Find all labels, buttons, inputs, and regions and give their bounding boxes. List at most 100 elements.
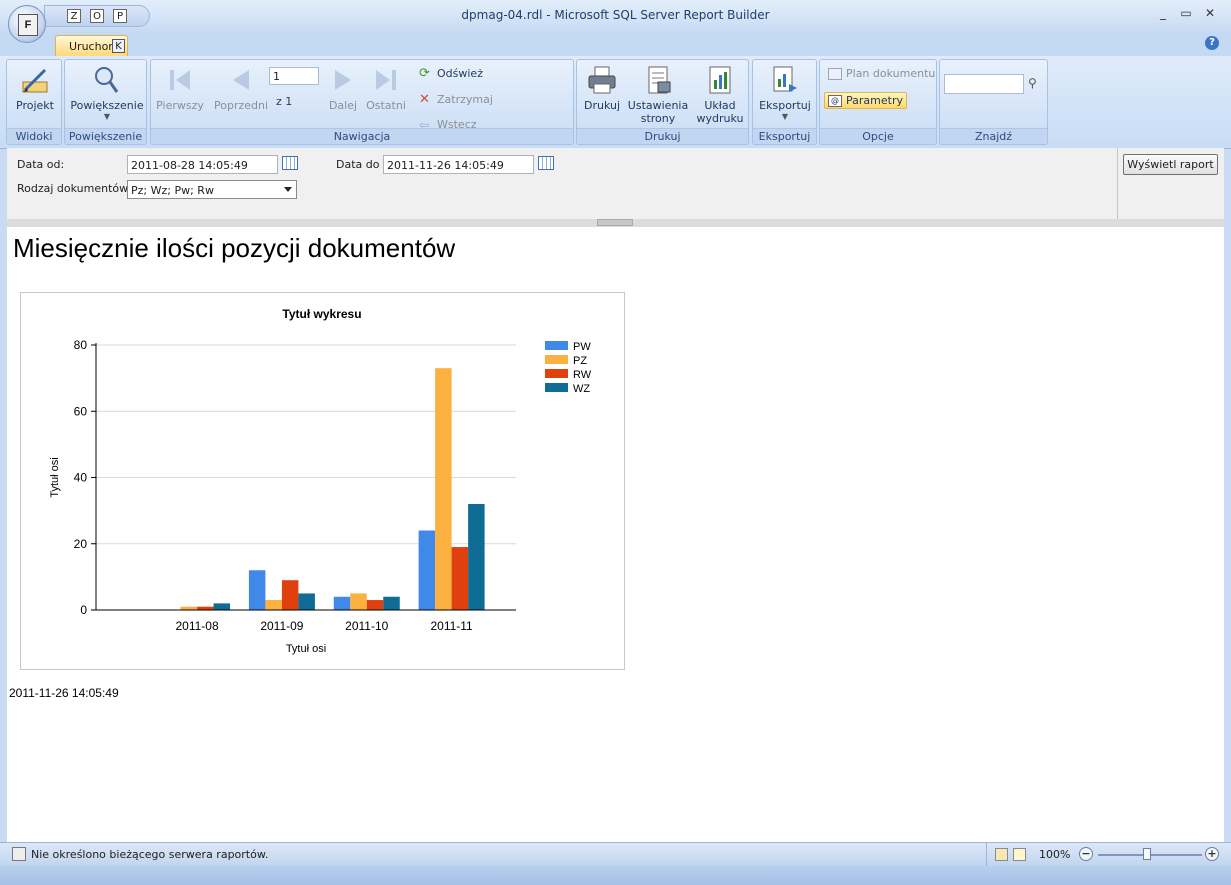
parameters-icon: @ — [828, 95, 842, 107]
bar-pz-2011-11 — [435, 368, 452, 610]
bar-wz-2011-11 — [468, 504, 485, 610]
report-canvas: Miesięcznie ilości pozycji dokumentów Ty… — [7, 227, 1224, 842]
close-button[interactable]: ✕ — [1200, 6, 1220, 24]
first-page-button[interactable]: Pierwszy — [155, 64, 205, 112]
printer-icon — [588, 66, 616, 94]
zoom-slider-thumb[interactable] — [1143, 848, 1151, 860]
calendar-icon[interactable] — [282, 156, 298, 170]
group-drukuj: Drukuj Ustawienia strony Układ wydruku D… — [576, 59, 749, 145]
quick-access-toolbar: Z O P — [44, 5, 150, 27]
legend-swatch-pz — [545, 355, 568, 364]
legend-label-wz: WZ — [573, 383, 590, 395]
qat-key-p[interactable]: P — [113, 9, 127, 23]
stop-button[interactable]: ✕ Zatrzymaj — [419, 93, 493, 106]
maximize-button[interactable]: ▭ — [1176, 6, 1196, 24]
date-from-input[interactable]: 2011-08-28 14:05:49 — [127, 155, 278, 174]
stop-label: Zatrzymaj — [437, 93, 493, 106]
last-page-label: Ostatni — [366, 99, 406, 112]
doc-type-select[interactable]: Pz; Wz; Pw; Rw — [127, 180, 297, 199]
report-timestamp: 2011-11-26 14:05:49 — [9, 686, 119, 700]
design-icon — [22, 68, 48, 93]
collapse-grip-icon[interactable] — [597, 219, 633, 226]
print-layout-button[interactable]: Układ wydruku — [695, 64, 745, 125]
y-tick-label: 80 — [74, 338, 88, 352]
group-nawigacja: Pierwszy Poprzedni 1 z 1 Dalej Ostatni ⟳… — [150, 59, 574, 145]
document-map-button[interactable]: Plan dokumentu — [828, 67, 935, 80]
bar-pz-2011-10 — [350, 593, 367, 610]
view-report-button[interactable]: Wyświetl raport — [1123, 154, 1218, 175]
group-znajdz: ⚲ Znajdź — [939, 59, 1048, 145]
legend-swatch-pw — [545, 341, 568, 350]
app-button-key: F — [18, 14, 38, 36]
application-button[interactable]: F — [8, 5, 46, 43]
last-page-icon — [376, 70, 396, 90]
bar-pz-2011-09 — [265, 600, 282, 610]
group-eksportuj: Eksportuj ▼ Eksportuj — [752, 59, 817, 145]
zoom-in-button[interactable]: + — [1205, 847, 1219, 861]
parameters-splitter[interactable] — [7, 219, 1224, 227]
bar-pw-2011-09 — [248, 570, 266, 610]
first-page-icon — [170, 70, 190, 90]
run-view-icon[interactable] — [1013, 848, 1026, 861]
server-icon — [12, 847, 26, 861]
bar-wz-2011-10 — [383, 596, 400, 610]
page-setup-button[interactable]: Ustawienia strony — [627, 64, 689, 125]
legend-swatch-wz — [545, 383, 568, 392]
find-input[interactable] — [944, 74, 1024, 94]
bar-rw-2011-10 — [366, 600, 384, 610]
bar-pw-2011-11 — [418, 530, 436, 610]
zoom-level: 100% — [1039, 848, 1071, 861]
legend-label-rw: RW — [573, 369, 592, 381]
prev-page-label: Poprzedni — [213, 99, 269, 112]
qat-key-o[interactable]: O — [90, 9, 104, 23]
print-layout-icon — [709, 66, 731, 94]
chart-title: Tytuł wykresu — [282, 307, 361, 321]
export-button[interactable]: Eksportuj ▼ — [756, 64, 814, 121]
next-page-icon — [335, 70, 351, 90]
group-label-eksportuj: Eksportuj — [753, 128, 816, 144]
group-label-opcje: Opcje — [820, 128, 936, 144]
tab-run[interactable]: Uruchom K — [55, 35, 128, 56]
refresh-button[interactable]: ⟳ Odśwież — [419, 67, 483, 80]
page-setup-label-2: strony — [640, 112, 676, 125]
zoom-label: Powiększenie — [70, 99, 144, 112]
minimize-button[interactable]: _ — [1153, 6, 1173, 24]
last-page-button[interactable]: Ostatni — [363, 64, 409, 112]
print-layout-label-2: wydruku — [696, 112, 744, 125]
legend-swatch-rw — [545, 369, 568, 378]
y-tick-label: 60 — [74, 404, 88, 418]
y-axis-title: Tytuł osi — [49, 457, 61, 497]
print-button[interactable]: Drukuj — [581, 64, 623, 112]
status-bar: Nie określono bieżącego serwera raportów… — [0, 842, 1231, 867]
report-title: Miesięcznie ilości pozycji dokumentów — [13, 233, 456, 263]
tab-run-key: K — [112, 39, 125, 53]
page-number-input[interactable]: 1 — [269, 67, 319, 85]
projekt-label: Projekt — [16, 99, 54, 112]
qat-key-z[interactable]: Z — [67, 9, 81, 23]
x-axis-title: Tytuł osi — [286, 643, 326, 655]
group-label-drukuj: Drukuj — [577, 128, 748, 144]
prev-page-button[interactable]: Poprzedni — [211, 64, 271, 112]
date-to-input[interactable]: 2011-11-26 14:05:49 — [383, 155, 534, 174]
zoom-button[interactable]: Powiększenie ▼ — [69, 64, 145, 121]
legend-label-pz: PZ — [573, 355, 587, 367]
projekt-button[interactable]: Projekt — [11, 64, 59, 112]
doc-type-label: Rodzaj dokumentów — [17, 182, 129, 195]
page-count-label: z 1 — [276, 95, 293, 108]
group-label-widoki: Widoki — [7, 128, 61, 144]
title-bar: dpmag-04.rdl - Microsoft SQL Server Repo… — [0, 0, 1231, 33]
bar-wz-2011-09 — [298, 593, 315, 610]
next-page-button[interactable]: Dalej — [323, 64, 363, 112]
parameters-button[interactable]: @ Parametry — [824, 92, 907, 109]
binoculars-icon[interactable]: ⚲ — [1028, 76, 1037, 90]
help-icon[interactable]: ? — [1205, 36, 1219, 50]
x-tick-label: 2011-09 — [260, 619, 303, 633]
bar-chart: Tytuł wykresu 0 20 40 60 80 2011-08 2011-09 2011… — [49, 307, 592, 655]
zoom-out-button[interactable]: − — [1079, 847, 1093, 861]
group-label-nawigacja: Nawigacja — [151, 128, 573, 144]
chart-frame: Tytuł wykresu 0 20 40 60 80 2011-08 2011-09 2011… — [20, 292, 625, 670]
export-dropdown-icon: ▼ — [781, 112, 789, 121]
design-view-icon[interactable] — [995, 848, 1008, 861]
parameters-label: Parametry — [846, 94, 903, 107]
calendar-icon[interactable] — [538, 156, 554, 170]
